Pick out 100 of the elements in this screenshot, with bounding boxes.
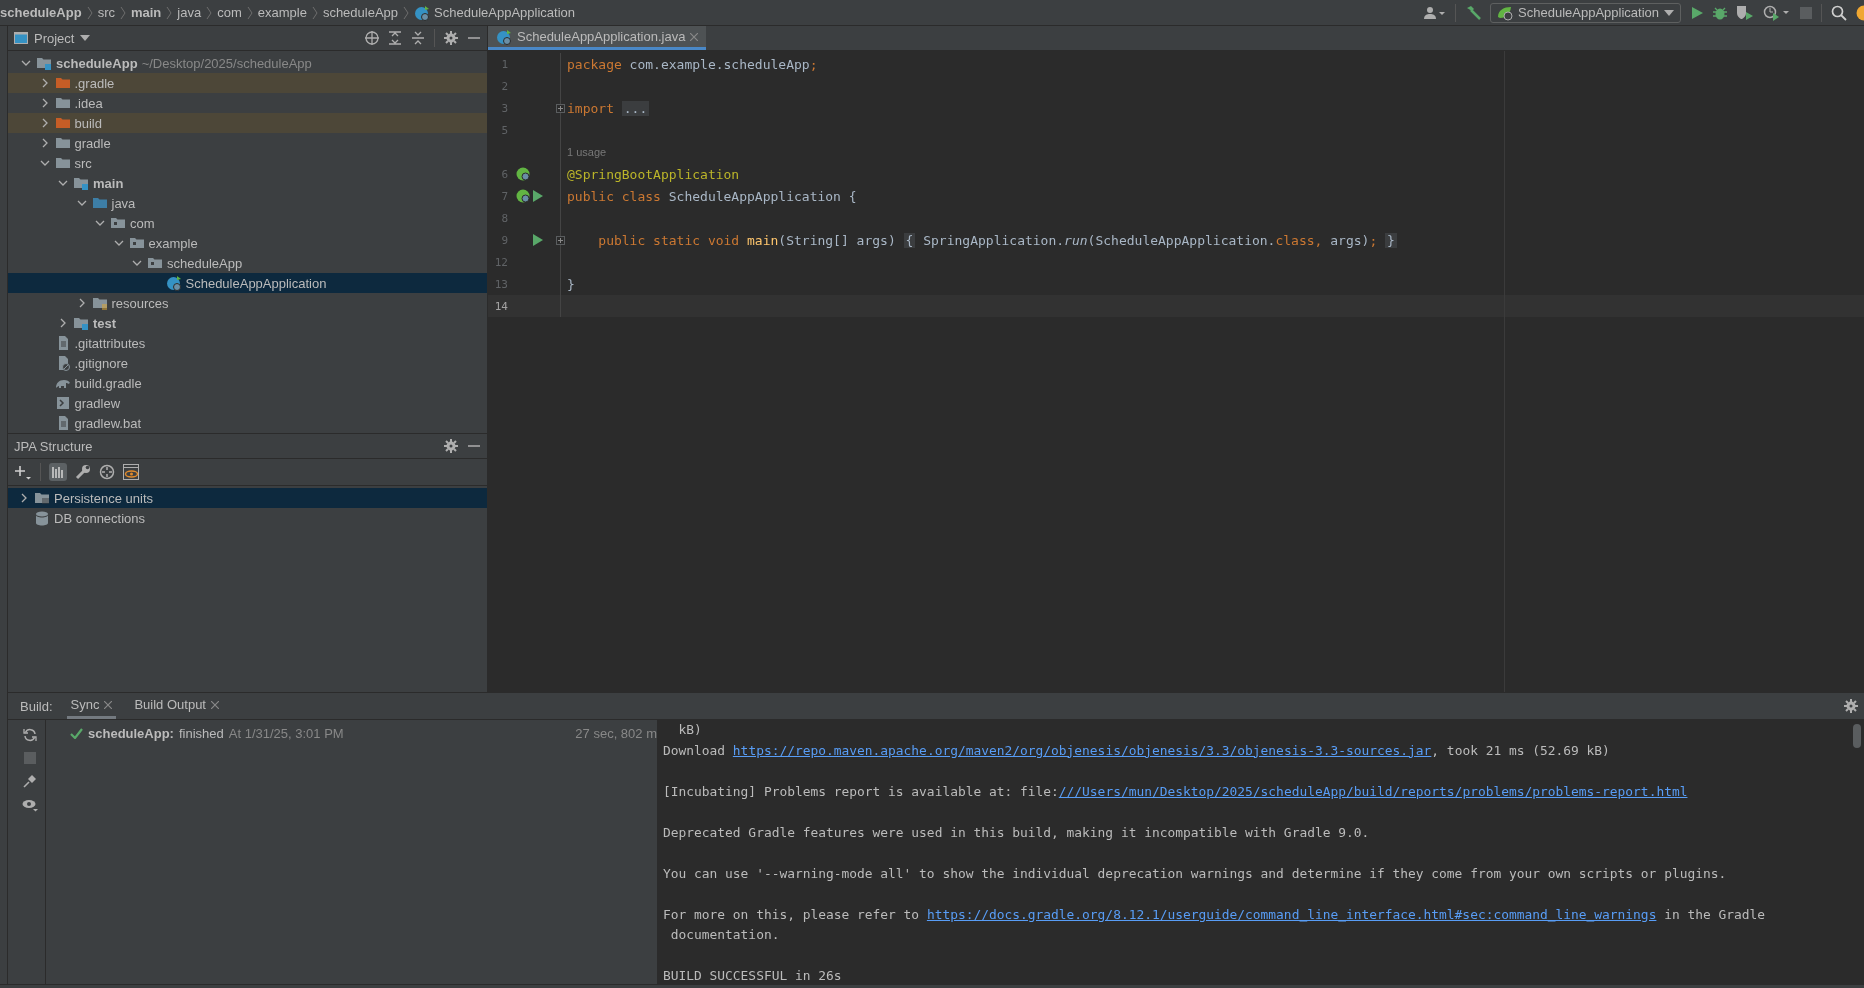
chevron-icon [165,5,174,20]
columns-icon[interactable] [49,463,67,481]
search-icon[interactable] [1831,4,1847,21]
tree-row[interactable]: com [8,213,487,233]
output-link[interactable]: ///Users/mun/Desktop/2025/scheduleApp/build/reports/problems/problems-report.html [1058,783,1688,799]
line-number: 9 [500,233,508,247]
output-line: For more on this, please refer to https://docs.gradle.org/8.12.1/userguide/command_line_interface.html#sec:command_line_warnings in the Gradle [663,905,1767,924]
bug-icon[interactable] [1713,5,1727,20]
crosshair-icon[interactable] [99,464,115,480]
folder-icon [54,135,71,151]
package-icon [128,235,145,251]
collapse-all-icon[interactable] [411,31,425,45]
tree-row[interactable]: main [8,173,487,193]
hammer-icon[interactable] [1465,4,1482,21]
code-line: import ... [566,100,650,116]
tree-row[interactable]: .gitignore [8,353,487,373]
line-number: 3 [500,101,508,115]
tree-row[interactable]: src [8,153,487,173]
scrollbar-thumb[interactable] [1853,724,1861,748]
breadcrumb-item[interactable]: scheduleApp [322,5,399,20]
database-icon [34,510,50,526]
tree-row[interactable]: gradlew.bat [8,413,487,433]
breadcrumb-item[interactable]: com [217,5,242,20]
bean-icon[interactable] [516,189,530,203]
resources-folder-icon [91,295,108,311]
tree-row[interactable]: .gitattributes [8,333,487,353]
notification-icon[interactable] [1856,4,1864,21]
module-folder-icon [36,55,52,71]
tree-row[interactable]: DB connections [8,508,487,528]
settings-icon[interactable] [444,439,458,453]
tree-row[interactable]: build [8,113,487,133]
project-view-dropdown[interactable]: Project [14,30,91,46]
close-icon[interactable] [211,700,219,709]
package-icon [110,215,126,231]
tree-row[interactable]: .idea [8,93,487,113]
tree-row[interactable]: scheduleApp [8,253,487,273]
tree-row[interactable]: example [8,233,487,253]
caret-icon [80,35,91,41]
line-number: 7 [500,189,508,203]
locate-icon[interactable] [365,31,379,45]
run-icon[interactable] [533,234,543,246]
tree-label: build [74,115,102,131]
build-tab[interactable]: Build Output [130,693,223,719]
spring-class-icon [165,275,182,291]
project-path: ~/Desktop/2025/scheduleApp [141,55,312,71]
breadcrumb-item[interactable]: src [97,5,115,20]
expand-all-icon[interactable] [388,31,402,45]
tree-row[interactable]: Persistence units [8,488,487,508]
user-icon[interactable] [1424,5,1447,20]
editor-tab[interactable]: ScheduleAppApplication.java [488,26,707,50]
pin-icon[interactable] [23,774,37,788]
wrench-icon[interactable] [75,464,91,480]
profiler-icon[interactable] [1763,4,1791,21]
task-time: At 1/31/25, 3:01 PM [228,725,344,741]
eye-icon[interactable] [22,798,38,812]
run-configuration-dropdown[interactable]: ScheduleAppApplication [1490,2,1681,23]
output-link[interactable]: https://docs.gradle.org/8.12.1/userguide/command_line_interface.html#sec:command_line_warnings [926,906,1657,922]
tree-row[interactable]: test [8,313,487,333]
breadcrumb-item[interactable]: java [177,5,202,20]
tree-row[interactable]: java [8,193,487,213]
add-icon[interactable] [14,464,32,480]
fold-icon[interactable] [556,103,565,113]
tree-label: DB connections [54,510,146,526]
tree-row[interactable]: .gradle [8,73,487,93]
line-number: 5 [500,123,508,137]
run-icon[interactable] [1690,5,1704,20]
close-icon[interactable] [104,700,113,709]
tree-row[interactable]: scheduleApp ~/Desktop/2025/scheduleApp [8,53,487,73]
usage-hint[interactable]: 1 usage [561,146,607,158]
task-name: scheduleApp: [88,725,174,741]
tree-row[interactable]: ScheduleAppApplication [8,273,487,293]
build-tab[interactable]: Sync [66,693,117,719]
tree-label: .gradle [74,75,115,91]
tree-label: src [74,155,92,171]
breadcrumb-item[interactable]: scheduleApp [0,5,82,20]
tree-label: .gitattributes [74,335,146,351]
settings-icon[interactable] [444,31,458,45]
bean-icon[interactable] [516,167,530,181]
sync-icon[interactable] [23,728,37,742]
eye-window-icon[interactable] [123,464,139,480]
breadcrumb-item[interactable]: main [130,5,162,20]
output-link[interactable]: https://repo.maven.apache.org/maven2/org/objenesis/objenesis/3.3/objenesis-3.3-sources.jar [732,742,1432,758]
folder-icon [54,115,71,131]
tree-row[interactable]: gradle [8,133,487,153]
source-folder-icon [91,195,108,211]
tree-row[interactable]: resources [8,293,487,313]
tree-row[interactable]: build.gradle [8,373,487,393]
breadcrumb-item[interactable]: example [257,5,307,20]
sync-tree-row[interactable]: scheduleApp: finished At 1/31/25, 3:01 PM 27 sec, 802 m [46,723,657,743]
settings-icon[interactable] [1844,699,1858,713]
output-line: You can use '--warning-mode all' to show the individual deprecation warnings and determine if they come from your own scripts or plugins. [663,864,1728,883]
tree-label: .idea [74,95,103,111]
fold-icon[interactable] [556,235,565,245]
tree-row[interactable]: gradlew [8,393,487,413]
breadcrumb-item[interactable]: ScheduleAppApplication [414,4,575,21]
coverage-icon[interactable] [1736,4,1754,21]
panel-title: JPA Structure [14,438,94,454]
tree-label: java [111,195,136,211]
run-icon[interactable] [533,190,543,202]
tree-label: test [93,315,117,331]
